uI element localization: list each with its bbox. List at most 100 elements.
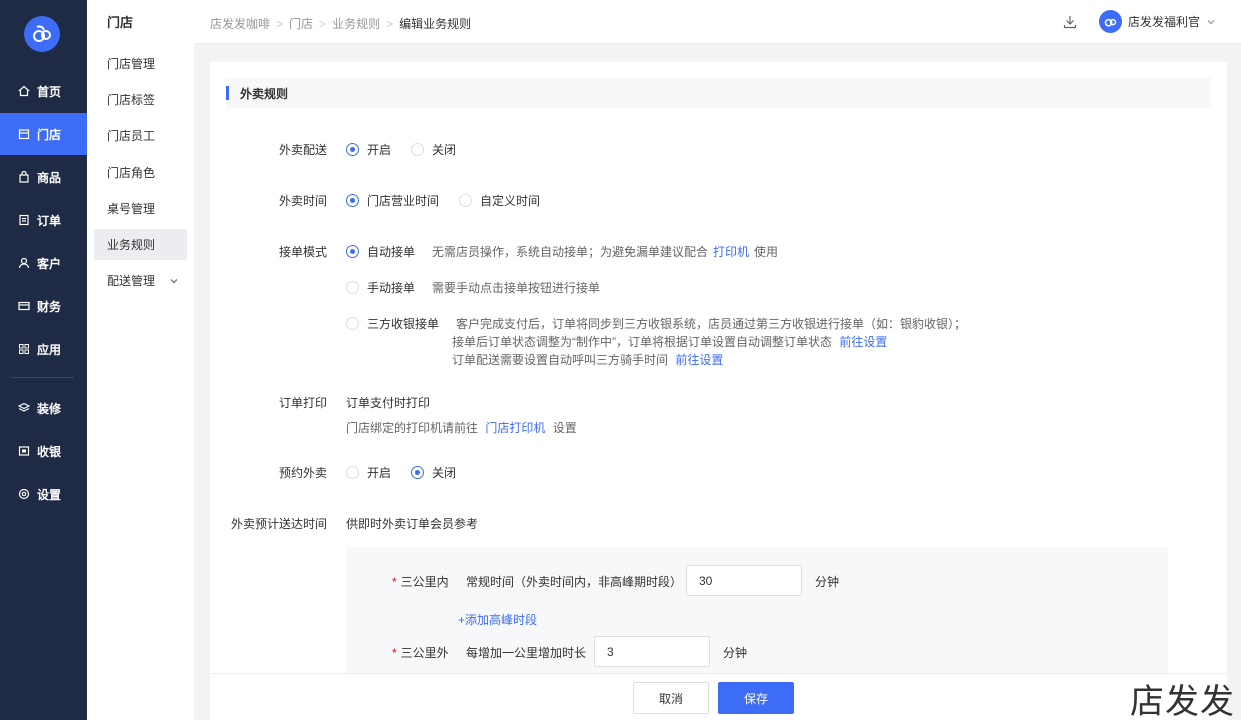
subnav-title: 门店 <box>107 15 134 30</box>
radio-selected[interactable] <box>411 466 425 479</box>
breadcrumb-separator: > <box>276 16 284 31</box>
add-peak-link[interactable]: +添加高峰时段 <box>458 611 537 628</box>
radio-selected[interactable] <box>346 143 359 156</box>
accept-auto-desc-end: 使用 <box>754 245 779 259</box>
nav-item-goods[interactable]: 商品 <box>0 156 87 198</box>
eta-beyond-input[interactable]: 3 <box>594 636 710 667</box>
radio-unselected[interactable] <box>346 317 359 330</box>
subnav-label: 配送管理 <box>107 274 156 288</box>
subnav-item-store-tags[interactable]: 门店标签 <box>94 84 187 115</box>
subnav-item-roles[interactable]: 门店角色 <box>94 157 187 188</box>
watermark: 店发发 <box>1130 682 1235 720</box>
eta-hint-text: 供即时外卖订单会员参考 <box>346 517 479 531</box>
card-icon <box>17 299 31 313</box>
delivery-off-radio[interactable]: 关闭 <box>411 141 456 158</box>
eta-within-label-text: 三公里内 <box>400 575 449 589</box>
reserve-on-radio[interactable]: 开启 <box>346 464 391 481</box>
accept-manual-row: 手动接单 需要手动点击接单按钮进行接单 <box>346 279 600 296</box>
eta-beyond-unit: 分钟 <box>723 646 748 660</box>
breadcrumb-separator: > <box>386 16 394 31</box>
subnav-label: 业务规则 <box>107 238 156 252</box>
eta-beyond-label: * 三公里外 <box>392 644 449 661</box>
nav-item-cashier[interactable]: 收银 <box>0 430 87 472</box>
eta-within-value: 30 <box>699 573 713 588</box>
user-menu[interactable]: 店发发福利官 <box>1099 10 1216 33</box>
breadcrumb-item[interactable]: 店发发咖啡 <box>210 15 270 32</box>
subnav-item-store-manage[interactable]: 门店管理 <box>94 48 187 79</box>
nav-label: 财务 <box>37 299 62 314</box>
eta-beyond-label-text: 三公里外 <box>400 646 449 660</box>
accept-third-desc-1: 客户完成支付后，订单将同步到三方收银系统，店员通过第三方收银进行接单（如：银豹收… <box>456 317 967 331</box>
print-value-text: 订单支付时打印 <box>346 396 431 410</box>
order-settings-link[interactable]: 前往设置 <box>839 335 887 349</box>
top-header: 店发发咖啡 > 门店 > 业务规则 > 编辑业务规则 店发发福利官 <box>194 0 1241 44</box>
radio-unselected[interactable] <box>459 194 473 207</box>
nav-label: 商品 <box>37 170 62 185</box>
store-hours-radio[interactable]: 门店营业时间 <box>346 192 439 209</box>
nav-item-orders[interactable]: 订单 <box>0 199 87 241</box>
app-logo[interactable] <box>24 16 60 52</box>
eta-within-input[interactable]: 30 <box>686 565 802 596</box>
accept-auto-row: 自动接单 无需店员操作，系统自动接单；为避免漏单建议配合 打印机 使用 <box>346 243 778 260</box>
nav-item-store[interactable]: 门店 <box>0 113 87 155</box>
subnav-item-business-rules[interactable]: 业务规则 <box>94 229 187 260</box>
reserve-off-radio[interactable]: 关闭 <box>411 464 456 481</box>
breadcrumb: 店发发咖啡 > 门店 > 业务规则 > 编辑业务规则 <box>210 15 471 32</box>
save-button[interactable]: 保存 <box>718 682 794 714</box>
breadcrumb-item[interactable]: 门店 <box>289 15 313 32</box>
logo-icon <box>33 25 51 42</box>
cancel-button[interactable]: 取消 <box>633 682 709 714</box>
radio-label: 手动接单 <box>367 281 416 295</box>
radio-unselected[interactable] <box>411 143 425 156</box>
subnav-label: 门店管理 <box>107 57 156 71</box>
subnav-label: 门店角色 <box>107 166 156 180</box>
radio-label: 关闭 <box>432 466 457 480</box>
nav-item-decorate[interactable]: 装修 <box>0 387 87 429</box>
accept-manual-desc: 需要手动点击接单按钮进行接单 <box>432 281 601 295</box>
subnav-item-tables[interactable]: 桌号管理 <box>94 193 187 224</box>
download-icon[interactable] <box>1062 14 1078 30</box>
accept-manual-radio[interactable]: 手动接单 <box>346 279 415 296</box>
nav-item-finance[interactable]: 财务 <box>0 285 87 327</box>
delivery-options: 开启 关闭 <box>346 141 476 158</box>
subnav-item-staff[interactable]: 门店员工 <box>94 120 187 151</box>
eta-label: 外卖预计送达时间 <box>230 517 327 531</box>
subnav-item-delivery[interactable]: 配送管理 <box>94 265 187 296</box>
nav-item-customers[interactable]: 客户 <box>0 242 87 284</box>
settings-icon <box>17 487 31 501</box>
eta-beyond-value: 3 <box>607 644 614 659</box>
breadcrumb-current: 编辑业务规则 <box>399 17 472 31</box>
eta-hint: 供即时外卖订单会员参考 <box>346 515 478 532</box>
delivery-on-radio[interactable]: 开启 <box>346 141 391 158</box>
delivery-label: 外卖配送 <box>278 143 327 157</box>
accept-third-row: 三方收银接单 客户完成支付后，订单将同步到三方收银系统，店员通过第三方收银进行接… <box>346 315 966 332</box>
accept-auto-radio[interactable]: 自动接单 <box>346 243 415 260</box>
print-hint: 门店绑定的打印机请前往 门店打印机 设置 <box>346 419 577 436</box>
radio-selected[interactable] <box>346 245 359 258</box>
accept-third-desc-2: 接单后订单状态调整为“制作中”，订单将根据订单设置自动调整订单状态 <box>452 335 832 349</box>
store-printer-link[interactable]: 门店打印机 <box>485 421 545 435</box>
form-footer: 取消 保存 <box>210 673 1227 720</box>
custom-time-radio[interactable]: 自定义时间 <box>459 192 540 209</box>
nav-item-home[interactable]: 首页 <box>0 70 87 112</box>
delivery-time-label: 外卖时间 <box>278 194 327 208</box>
bag-icon <box>17 170 31 184</box>
rider-settings-link[interactable]: 前往设置 <box>675 353 723 367</box>
subnav-label: 门店员工 <box>107 129 156 143</box>
radio-unselected[interactable] <box>346 281 359 294</box>
chevron-down-icon <box>1207 19 1215 24</box>
breadcrumb-separator: > <box>319 16 327 31</box>
accept-third-radio[interactable]: 三方收银接单 <box>346 315 439 332</box>
radio-selected[interactable] <box>346 194 359 207</box>
radio-unselected[interactable] <box>346 466 359 479</box>
printer-link[interactable]: 打印机 <box>713 243 749 260</box>
sub-nav: 门店 门店管理 门店标签 门店员工 门店角色 桌号管理 业务规则 配送管理 <box>87 0 194 720</box>
print-value: 订单支付时打印 <box>346 394 430 411</box>
section-title: 外卖规则 <box>240 86 289 101</box>
nav-divider <box>11 377 74 378</box>
nav-label: 应用 <box>37 342 62 357</box>
nav-label: 设置 <box>37 487 62 502</box>
nav-item-settings[interactable]: 设置 <box>0 473 87 515</box>
breadcrumb-item[interactable]: 业务规则 <box>332 15 380 32</box>
nav-item-apps[interactable]: 应用 <box>0 328 87 370</box>
